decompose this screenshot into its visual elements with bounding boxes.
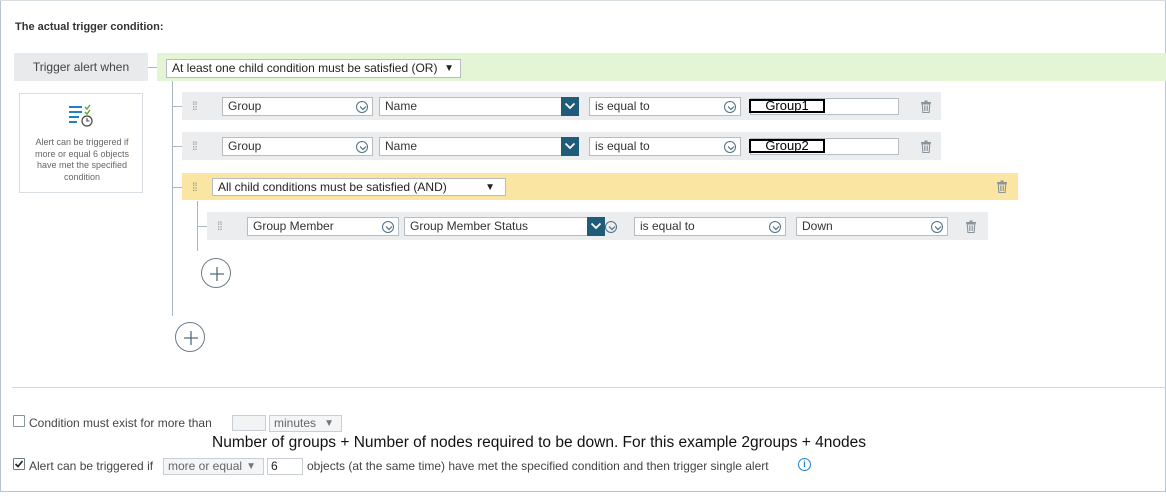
trash-icon[interactable]	[996, 180, 1008, 193]
chevron-down-icon	[561, 137, 579, 156]
value-select[interactable]: Down	[796, 217, 948, 236]
top-divider	[0, 0, 1166, 1]
drag-handle-icon[interactable]: ⁞⁞	[192, 140, 198, 152]
and-operator-value: All child conditions must be satisfied (…	[218, 180, 447, 194]
alert-count-input[interactable]: 6	[267, 458, 303, 475]
chevron-down-icon	[769, 221, 781, 233]
dropdown-arrow-icon: ▼	[324, 418, 334, 429]
condition-exist-unit-select[interactable]: minutes ▼	[269, 415, 342, 432]
field-select[interactable]: Group Member Status	[404, 217, 605, 236]
operator-select[interactable]: is equal to	[589, 137, 741, 156]
chevron-down-icon	[382, 221, 394, 233]
object-select[interactable]: Group Member	[247, 217, 399, 236]
alert-info-box: Alert can be triggered if more or equal …	[19, 93, 143, 193]
and-group-header: ⁞⁞ All child conditions must be satisfie…	[182, 173, 1018, 200]
dropdown-arrow-icon: ▼	[246, 461, 256, 472]
condition-exist-checkbox[interactable]	[13, 415, 25, 427]
connector-line	[148, 67, 157, 68]
operator-value: is equal to	[595, 139, 650, 153]
field-select[interactable]: Name	[379, 137, 579, 156]
checkmark-icon	[14, 460, 24, 468]
chevron-down-icon	[931, 221, 943, 233]
condition-row: ⁞⁞ Group Member Group Member Status is e…	[207, 212, 988, 240]
field-select[interactable]: Name	[379, 97, 579, 116]
section-divider	[12, 387, 1166, 388]
root-operator-value: At least one child condition must be sat…	[172, 61, 438, 75]
chevron-down-icon	[724, 141, 736, 153]
or-tree-line	[172, 81, 173, 316]
dropdown-arrow-icon: ▼	[485, 182, 495, 193]
trash-icon[interactable]	[920, 100, 932, 113]
field-value: Name	[385, 99, 418, 113]
operator-value: is equal to	[640, 219, 695, 233]
add-condition-button[interactable]	[201, 258, 231, 288]
branch-line	[172, 146, 182, 147]
chevron-down-icon	[356, 141, 368, 153]
unit-value: minutes	[274, 416, 317, 430]
trash-icon[interactable]	[965, 220, 977, 233]
annotation-text: Number of groups + Number of nodes requi…	[212, 434, 866, 451]
object-value: Group	[228, 139, 262, 153]
object-value: Group	[228, 99, 262, 113]
plus-icon	[184, 331, 198, 345]
add-condition-button[interactable]	[175, 322, 205, 352]
condition-exist-label: Condition must exist for more than	[29, 416, 212, 430]
section-title: The actual trigger condition:	[15, 21, 164, 33]
branch-line	[172, 187, 182, 188]
chevron-down-icon	[356, 101, 368, 113]
chevron-down-icon	[587, 217, 605, 236]
alert-trigger-checkbox[interactable]	[13, 458, 25, 470]
alert-trigger-suffix: objects (at the same time) have met the …	[307, 459, 769, 473]
object-select[interactable]: Group	[222, 137, 373, 156]
operator-select[interactable]: is equal to	[589, 97, 741, 116]
operator-select[interactable]: is equal to	[634, 217, 786, 236]
trigger-alert-when-label: Trigger alert when	[14, 53, 148, 81]
branch-line	[172, 106, 182, 107]
alert-mode-select[interactable]: more or equal ▼	[163, 458, 264, 475]
plus-icon	[210, 267, 224, 281]
object-select[interactable]: Group	[222, 97, 373, 116]
alert-count-value: 6	[271, 459, 278, 473]
chevron-down-icon	[561, 97, 579, 116]
field-value: Group Member Status	[410, 219, 529, 233]
info-icon[interactable]: i	[798, 458, 811, 471]
trash-icon[interactable]	[920, 140, 932, 153]
condition-list-clock-icon	[69, 104, 93, 127]
drag-handle-icon[interactable]: ⁞⁞	[217, 220, 223, 232]
value-text: Group1	[749, 99, 825, 113]
condition-exist-duration-input[interactable]	[232, 415, 266, 431]
dropdown-arrow-icon: ▼	[444, 63, 454, 74]
branch-line	[197, 226, 207, 227]
alert-trigger-prefix: Alert can be triggered if	[29, 459, 154, 473]
alert-info-text: Alert can be triggered if more or equal …	[34, 137, 130, 182]
field-value: Name	[385, 139, 418, 153]
object-value: Group Member	[253, 219, 334, 233]
alert-mode-value: more or equal	[168, 459, 243, 473]
condition-row: ⁞⁞ Group Name is equal to Group1	[182, 92, 941, 120]
operator-value: is equal to	[595, 99, 650, 113]
value-text: Down	[802, 219, 833, 233]
drag-handle-icon[interactable]: ⁞⁞	[192, 181, 198, 193]
chevron-down-icon	[724, 101, 736, 113]
chevron-down-icon[interactable]	[605, 221, 617, 233]
and-operator-select[interactable]: All child conditions must be satisfied (…	[212, 178, 506, 196]
or-group-header: At least one child condition must be sat…	[157, 53, 1166, 81]
condition-row: ⁞⁞ Group Name is equal to Group2	[182, 132, 941, 160]
drag-handle-icon[interactable]: ⁞⁞	[192, 100, 198, 112]
root-operator-select[interactable]: At least one child condition must be sat…	[166, 59, 461, 78]
value-text: Group2	[749, 139, 825, 153]
